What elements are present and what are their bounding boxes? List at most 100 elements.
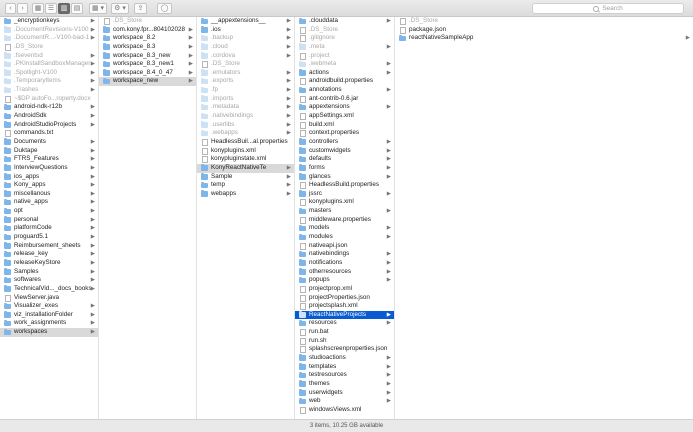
file-row[interactable]: run.bat [295, 328, 394, 337]
file-row[interactable]: konypluginstate.xml [197, 155, 294, 164]
folder-row[interactable]: .exports ▶ [197, 77, 294, 86]
folder-row[interactable]: .DocumentRevisions-V100 ▶ [0, 26, 98, 35]
folder-row[interactable]: .TemporaryItems ▶ [0, 77, 98, 86]
folder-row[interactable]: workspace_8.2 ▶ [99, 34, 196, 43]
folder-row[interactable]: studioactions ▶ [295, 354, 394, 363]
folder-row[interactable]: .PKInstallSandboxManager ▶ [0, 60, 98, 69]
folder-row[interactable]: ReactNativeProjects ▶ [295, 310, 394, 320]
folder-row[interactable]: FTRS_Features ▶ [0, 155, 98, 164]
file-row[interactable]: .project [295, 52, 394, 61]
folder-row[interactable]: workspace_8.3 ▶ [99, 43, 196, 52]
folder-row[interactable]: testresources ▶ [295, 371, 394, 380]
action-button[interactable]: ⚙ ▾ [111, 3, 129, 14]
folder-row[interactable]: jssrc ▶ [295, 190, 394, 199]
file-row[interactable]: run.sh [295, 337, 394, 346]
view-columns-button[interactable]: ▥ [58, 3, 70, 14]
folder-row[interactable]: android-ndk-r12b ▶ [0, 103, 98, 112]
folder-row[interactable]: workspace_8.3_new ▶ [99, 52, 196, 61]
folder-row[interactable]: .cloud ▶ [197, 43, 294, 52]
folder-row[interactable]: work_assignments ▶ [0, 319, 98, 328]
folder-row[interactable]: InterviewQuestions ▶ [0, 164, 98, 173]
folder-row[interactable]: controllers ▶ [295, 138, 394, 147]
folder-row[interactable]: temp ▶ [197, 181, 294, 190]
folder-row[interactable]: proguard5.1 ▶ [0, 233, 98, 242]
file-row[interactable]: ant-contrib-0.6.jar [295, 95, 394, 104]
folder-row[interactable]: Kony_apps ▶ [0, 181, 98, 190]
folder-row[interactable]: .Spotlight-V100 ▶ [0, 69, 98, 78]
folder-row[interactable]: ios_apps ▶ [0, 173, 98, 182]
folder-row[interactable]: miscellanous ▶ [0, 190, 98, 199]
folder-row[interactable]: opt ▶ [0, 207, 98, 216]
folder-row[interactable]: nativebindings ▶ [295, 250, 394, 259]
folder-row[interactable]: actions ▶ [295, 69, 394, 78]
file-row[interactable]: androidbuild.properties [295, 77, 394, 86]
folder-row[interactable]: customwidgets ▶ [295, 147, 394, 156]
folder-row[interactable]: com.kony.fpr...804102028 ▶ [99, 26, 196, 35]
file-row[interactable]: HeadlessBuild.properties [295, 181, 394, 190]
folder-row[interactable]: releaseKeyStore ▶ [0, 259, 98, 268]
folder-row[interactable]: .cordova ▶ [197, 52, 294, 61]
file-row[interactable]: splashscreenproperties.json [295, 345, 394, 354]
folder-row[interactable]: Duktape ▶ [0, 147, 98, 156]
folder-row[interactable]: userwidgets ▶ [295, 389, 394, 398]
file-row[interactable]: .DS_Store [197, 60, 294, 69]
file-row[interactable]: projectprop.xml [295, 285, 394, 294]
folder-row[interactable]: forms ▶ [295, 164, 394, 173]
back-button[interactable]: ‹ [5, 3, 16, 14]
folder-row[interactable]: Documents ▶ [0, 138, 98, 147]
folder-row[interactable]: Visualizer_exes ▶ [0, 302, 98, 311]
folder-row[interactable]: .nativebindings ▶ [197, 112, 294, 121]
column-3[interactable]: __appextensions__ ▶ .ios ▶ .backup ▶ .cloud ▶ .c… [197, 17, 295, 419]
folder-row[interactable]: models ▶ [295, 224, 394, 233]
file-row[interactable]: build.xml [295, 121, 394, 130]
folder-row[interactable]: Reimbursement_sheets ▶ [0, 242, 98, 251]
folder-row[interactable]: workspace_new ▶ [99, 77, 196, 87]
folder-row[interactable]: resources ▶ [295, 319, 394, 328]
column-5[interactable]: .DS_Store package.json reactNativeSampleAp… [395, 17, 693, 419]
file-row[interactable]: context.properties [295, 129, 394, 138]
folder-row[interactable]: Sample ▶ [197, 173, 294, 182]
file-row[interactable]: konyplugins.xml [295, 198, 394, 207]
file-row[interactable]: ~$DP autoFo...roperty.docx [0, 95, 98, 104]
file-row[interactable]: .DS_Store [99, 17, 196, 26]
folder-row[interactable]: viz_installationFolder ▶ [0, 311, 98, 320]
share-button[interactable]: ⇪ [134, 3, 147, 14]
file-row[interactable]: nativeapi.json [295, 242, 394, 251]
view-list-button[interactable]: ☰ [45, 3, 57, 14]
column-2[interactable]: .DS_Store com.kony.fpr...804102028 ▶ worksp… [99, 17, 197, 419]
file-row[interactable]: HeadlessBuil...al.properties [197, 138, 294, 147]
folder-row[interactable]: .imports ▶ [197, 95, 294, 104]
group-button[interactable]: ▦ ▾ [89, 3, 107, 14]
folder-row[interactable]: native_apps ▶ [0, 198, 98, 207]
file-row[interactable]: middleware.properties [295, 216, 394, 225]
file-row[interactable]: ViewServer.java [0, 294, 98, 303]
folder-row[interactable]: TechnicalVid..._docs_books ▶ [0, 285, 98, 294]
folder-row[interactable]: release_key ▶ [0, 250, 98, 259]
folder-row[interactable]: softwares ▶ [0, 276, 98, 285]
file-row[interactable]: package.json [395, 26, 693, 35]
file-row[interactable]: projectProperties.json [295, 294, 394, 303]
folder-row[interactable]: .fseventsd ▶ [0, 52, 98, 61]
folder-row[interactable]: KonyReactNativeTe ▶ [197, 163, 294, 173]
folder-row[interactable]: masters ▶ [295, 207, 394, 216]
folder-row[interactable]: annotations ▶ [295, 86, 394, 95]
folder-row[interactable]: .fp ▶ [197, 86, 294, 95]
folder-row[interactable]: .Trashes ▶ [0, 86, 98, 95]
folder-row[interactable]: .webapps ▶ [197, 129, 294, 138]
folder-row[interactable]: otherresources ▶ [295, 268, 394, 277]
file-row[interactable]: .DS_Store [395, 17, 693, 26]
file-row[interactable]: .DS_Store [0, 43, 98, 52]
folder-row[interactable]: personal ▶ [0, 216, 98, 225]
folder-row[interactable]: reactNativeSampleApp ▶ [395, 34, 693, 43]
folder-row[interactable]: .clouddata ▶ [295, 17, 394, 26]
folder-row[interactable]: Samples ▶ [0, 268, 98, 277]
folder-row[interactable]: glances ▶ [295, 173, 394, 182]
folder-row[interactable]: web ▶ [295, 397, 394, 406]
folder-row[interactable]: webapps ▶ [197, 190, 294, 199]
folder-row[interactable]: templates ▶ [295, 363, 394, 372]
folder-row[interactable]: AndroidStudioProjects ▶ [0, 121, 98, 130]
folder-row[interactable]: popups ▶ [295, 276, 394, 285]
view-icons-button[interactable]: ▦ [32, 3, 44, 14]
folder-row[interactable]: .userlibs ▶ [197, 121, 294, 130]
file-row[interactable]: .gitignore [295, 34, 394, 43]
